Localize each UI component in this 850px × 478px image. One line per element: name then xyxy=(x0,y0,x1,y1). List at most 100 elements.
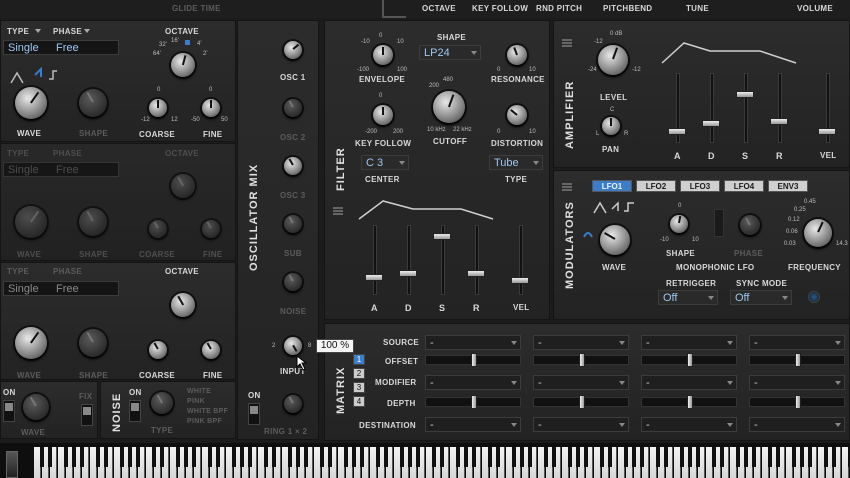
noise-on-toggle[interactable] xyxy=(129,400,141,422)
matrix-destination-dropdown[interactable]: - xyxy=(749,417,845,432)
amp-adsr-d[interactable] xyxy=(702,73,722,147)
sync-led-button[interactable] xyxy=(808,291,820,303)
piano-black-key[interactable] xyxy=(544,447,548,467)
slider-thumb[interactable] xyxy=(471,353,477,367)
piano-black-key[interactable] xyxy=(328,447,332,467)
piano-black-key[interactable] xyxy=(472,447,476,467)
piano-black-key[interactable] xyxy=(656,447,660,467)
osc1-octave-knob[interactable] xyxy=(171,53,195,77)
slider-thumb[interactable] xyxy=(702,120,720,128)
piano-black-key[interactable] xyxy=(432,447,436,467)
slider-thumb[interactable] xyxy=(467,270,485,278)
filter-adsr-d[interactable] xyxy=(399,225,419,299)
osc2-shape-knob[interactable] xyxy=(79,208,107,236)
filter-type-dropdown[interactable]: Tube xyxy=(489,155,543,170)
piano-black-key[interactable] xyxy=(232,447,236,467)
piano-black-key[interactable] xyxy=(72,447,76,467)
osc2-octave-knob[interactable] xyxy=(171,174,195,198)
slider-thumb[interactable] xyxy=(365,274,383,282)
piano-black-key[interactable] xyxy=(776,447,780,467)
piano-black-key[interactable] xyxy=(696,447,700,467)
osc3-wave-knob[interactable] xyxy=(15,327,47,359)
slider-thumb[interactable] xyxy=(795,395,801,409)
piano-black-key[interactable] xyxy=(440,447,444,467)
osc1-mix-knob[interactable] xyxy=(284,41,302,59)
piano-black-key[interactable] xyxy=(320,447,324,467)
slider-thumb[interactable] xyxy=(433,232,451,240)
osc2-wave-knob[interactable] xyxy=(15,206,47,238)
piano-black-key[interactable] xyxy=(624,447,628,467)
slider-thumb[interactable] xyxy=(818,128,836,136)
piano-black-key[interactable] xyxy=(712,447,716,467)
piano-black-key[interactable] xyxy=(384,447,388,467)
osc1-shape-knob[interactable] xyxy=(79,89,107,117)
sub-mix-knob[interactable] xyxy=(284,215,302,233)
piano-black-key[interactable] xyxy=(520,447,524,467)
piano-black-key[interactable] xyxy=(568,447,572,467)
matrix-destination-dropdown[interactable]: - xyxy=(641,417,737,432)
osc2-mix-knob[interactable] xyxy=(284,99,302,117)
piano-black-key[interactable] xyxy=(208,447,212,467)
osc1-type-dropdown[interactable]: Single Free xyxy=(3,40,119,55)
matrix-depth-slider[interactable] xyxy=(749,395,845,409)
matrix-offset-slider[interactable] xyxy=(749,353,845,367)
sub-fix-toggle[interactable] xyxy=(81,404,93,426)
matrix-source-dropdown[interactable]: - xyxy=(425,335,521,350)
piano-black-key[interactable] xyxy=(192,447,196,467)
piano-black-key[interactable] xyxy=(768,447,772,467)
amp-level-knob[interactable] xyxy=(598,45,628,75)
piano-black-key[interactable] xyxy=(304,447,308,467)
matrix-offset-slider[interactable] xyxy=(425,353,521,367)
piano-black-key[interactable] xyxy=(248,447,252,467)
matrix-slot-2[interactable]: 2 xyxy=(353,368,365,379)
piano-black-key[interactable] xyxy=(528,447,532,467)
matrix-modifier-dropdown[interactable]: - xyxy=(749,375,845,390)
piano-black-key[interactable] xyxy=(752,447,756,467)
piano-black-key[interactable] xyxy=(680,447,684,467)
piano-black-key[interactable] xyxy=(416,447,420,467)
slider-thumb[interactable] xyxy=(687,353,693,367)
filter-key-follow-knob[interactable] xyxy=(373,105,393,125)
piano-black-key[interactable] xyxy=(40,447,44,467)
piano-black-key[interactable] xyxy=(272,447,276,467)
tab-lfo2[interactable]: LFO2 xyxy=(636,180,676,192)
piano-black-key[interactable] xyxy=(576,447,580,467)
piano-black-key[interactable] xyxy=(136,447,140,467)
piano-black-key[interactable] xyxy=(600,447,604,467)
piano-black-key[interactable] xyxy=(608,447,612,467)
matrix-offset-slider[interactable] xyxy=(641,353,737,367)
ring-mix-knob[interactable] xyxy=(284,395,302,413)
slider-thumb[interactable] xyxy=(795,353,801,367)
slider-thumb[interactable] xyxy=(399,270,417,278)
matrix-modifier-dropdown[interactable]: - xyxy=(641,375,737,390)
piano-black-key[interactable] xyxy=(808,447,812,467)
lfo-phase-knob[interactable] xyxy=(740,215,760,235)
piano-black-key[interactable] xyxy=(744,447,748,467)
matrix-source-dropdown[interactable]: - xyxy=(533,335,629,350)
matrix-slot-4[interactable]: 4 xyxy=(353,396,365,407)
piano-black-key[interactable] xyxy=(152,447,156,467)
amp-adsr-a[interactable] xyxy=(668,73,688,147)
tab-lfo4[interactable]: LFO4 xyxy=(724,180,764,192)
piano-black-key[interactable] xyxy=(176,447,180,467)
piano-black-key[interactable] xyxy=(688,447,692,467)
matrix-source-dropdown[interactable]: - xyxy=(641,335,737,350)
amp-vel-slider[interactable] xyxy=(818,73,838,147)
piano-black-key[interactable] xyxy=(720,447,724,467)
piano-black-key[interactable] xyxy=(216,447,220,467)
lfo-frequency-knob[interactable] xyxy=(804,219,832,247)
noise-mix-knob[interactable] xyxy=(284,273,302,291)
noise-type-knob[interactable] xyxy=(151,392,173,414)
filter-adsr-a[interactable] xyxy=(365,225,385,299)
piano-black-key[interactable] xyxy=(64,447,68,467)
slider-thumb[interactable] xyxy=(471,395,477,409)
matrix-modifier-dropdown[interactable]: - xyxy=(533,375,629,390)
piano-black-key[interactable] xyxy=(96,447,100,467)
piano-black-key[interactable] xyxy=(360,447,364,467)
pitch-wheel[interactable] xyxy=(6,451,18,478)
matrix-depth-slider[interactable] xyxy=(533,395,629,409)
piano-black-key[interactable] xyxy=(488,447,492,467)
drag-handle-icon[interactable] xyxy=(562,183,572,191)
piano-black-key[interactable] xyxy=(80,447,84,467)
tab-env3[interactable]: ENV3 xyxy=(768,180,808,192)
